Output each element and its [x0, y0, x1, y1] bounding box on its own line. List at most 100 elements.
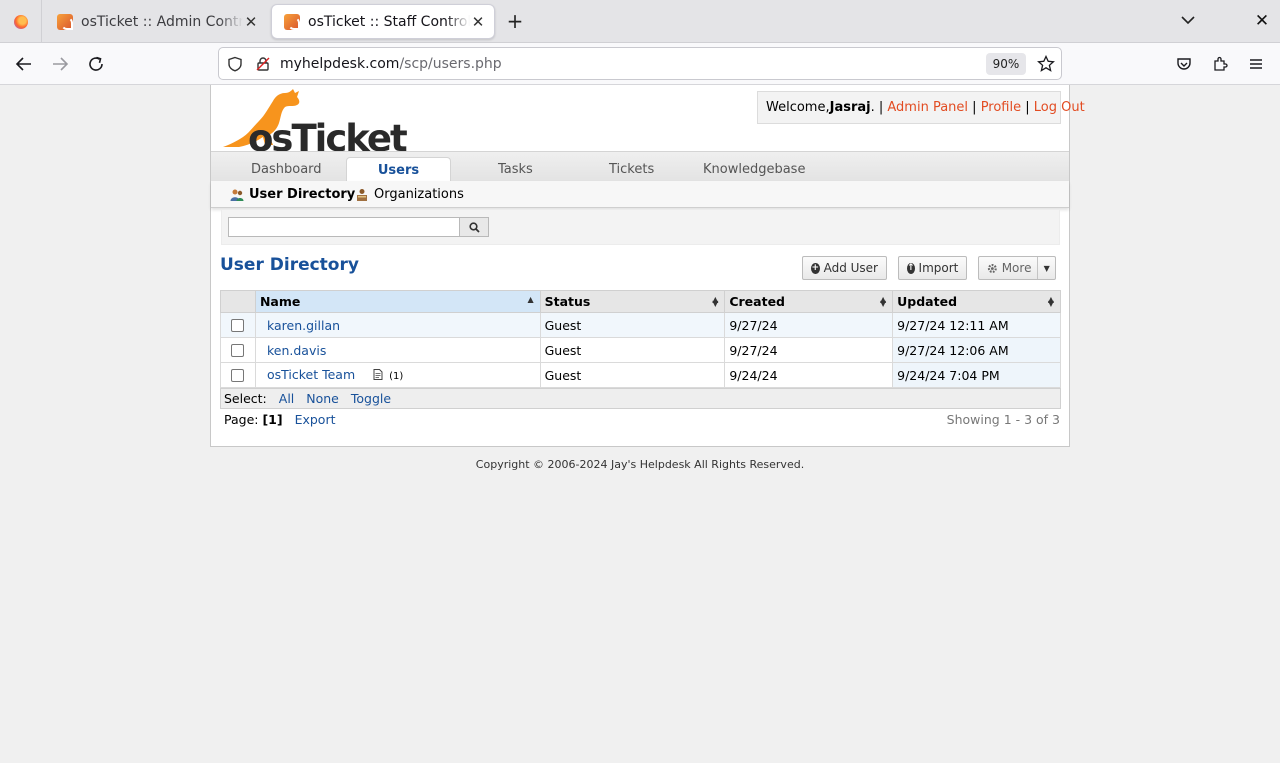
main-nav: Dashboard Users Tasks Tickets Knowledgeb… — [211, 151, 1069, 183]
updated-cell: 9/24/24 7:04 PM — [892, 362, 1061, 388]
import-button[interactable]: ↑ Import — [898, 256, 967, 280]
status-cell: Guest — [539, 312, 726, 338]
column-header-label: Updated — [897, 294, 958, 309]
row-checkbox-cell — [220, 362, 256, 388]
created-cell: 9/27/24 — [724, 337, 894, 363]
user-name-link[interactable]: ken.davis — [267, 343, 326, 358]
select-none-link[interactable]: None — [306, 391, 339, 406]
separator: | — [1021, 100, 1034, 115]
search-bar — [221, 209, 1060, 245]
column-header-created[interactable]: Created ▲ ▼ — [724, 290, 894, 313]
reload-icon[interactable] — [84, 52, 108, 76]
sort-icon: ▲ ▼ — [712, 295, 719, 308]
row-checkbox-cell — [220, 312, 256, 338]
column-header-status[interactable]: Status ▲ ▼ — [539, 290, 726, 313]
header-checkbox-column — [220, 290, 256, 313]
sub-nav: User Directory Organizations — [211, 181, 1069, 208]
url-bar[interactable]: myhelpdesk.com/scp/users.php 90% — [218, 47, 1062, 80]
select-all-link[interactable]: All — [279, 391, 295, 406]
notes-icon[interactable] — [373, 368, 383, 383]
url-text[interactable]: myhelpdesk.com/scp/users.php — [280, 56, 502, 72]
separator: | — [968, 100, 981, 115]
tab-title: osTicket :: Staff Control Panel — [308, 13, 470, 30]
list-all-tabs-icon[interactable] — [1178, 10, 1198, 30]
browser-tab-staff[interactable]: osTicket :: Staff Control Panel ✕ — [271, 4, 495, 39]
table-row[interactable]: ken.davis Guest 9/27/24 9/27/24 12:06 AM — [220, 337, 1061, 363]
search-button[interactable] — [459, 217, 489, 237]
subnav-organizations[interactable]: Organizations — [355, 187, 464, 202]
zoom-level-badge[interactable]: 90% — [986, 53, 1026, 75]
column-header-label: Created — [729, 294, 785, 309]
footer-copyright: Copyright © 2006-2024 Jay's Helpdesk All… — [475, 458, 805, 471]
select-toggle-link[interactable]: Toggle — [351, 391, 391, 406]
user-info-box: Welcome, Jasraj . | Admin Panel | Profil… — [757, 91, 1085, 124]
browser-nav-bar: myhelpdesk.com/scp/users.php 90% — [0, 43, 1280, 85]
users-table: Name ▲ Status ▲ ▼ Created ▲ ▼ Updated ▲ ▼ — [220, 290, 1061, 388]
pocket-icon[interactable] — [1172, 52, 1196, 76]
status-cell: Guest — [539, 362, 726, 388]
select-label: Select: — [224, 391, 267, 406]
chevron-down-icon[interactable]: ▼ — [1037, 257, 1055, 279]
created-cell: 9/24/24 — [724, 362, 894, 388]
row-checkbox[interactable] — [231, 368, 245, 382]
page-container: osTicket Welcome, Jasraj . | Admin Panel… — [210, 85, 1085, 447]
nav-tab-tasks[interactable]: Tasks — [498, 162, 533, 177]
firefox-menu-button[interactable] — [0, 0, 42, 43]
close-tab-icon[interactable]: ✕ — [470, 13, 486, 31]
nav-tab-users[interactable]: Users — [346, 157, 451, 183]
row-checkbox[interactable] — [231, 343, 245, 357]
separator: . | — [870, 100, 888, 115]
welcome-text: Welcome, — [766, 100, 830, 115]
back-icon[interactable] — [12, 52, 36, 76]
firefox-icon — [13, 14, 28, 29]
button-label: Add User — [823, 261, 878, 275]
admin-panel-link[interactable]: Admin Panel — [887, 100, 968, 115]
close-tab-icon[interactable]: ✕ — [243, 13, 259, 31]
add-user-button[interactable]: + Add User — [802, 256, 887, 280]
browser-tab-bar: osTicket :: Admin Control Panel ✕ osTick… — [0, 0, 1280, 43]
note-count: (1) — [389, 371, 404, 382]
export-link[interactable]: Export — [295, 412, 336, 427]
nav-tab-dashboard[interactable]: Dashboard — [251, 162, 322, 177]
name-cell: ken.davis — [254, 337, 541, 363]
user-name-link[interactable]: karen.gillan — [267, 318, 340, 333]
hamburger-menu-icon[interactable] — [1244, 52, 1268, 76]
username: Jasraj — [829, 100, 871, 115]
subnav-user-directory[interactable]: User Directory — [230, 187, 355, 202]
column-header-updated[interactable]: Updated ▲ ▼ — [892, 290, 1061, 313]
profile-link[interactable]: Profile — [981, 100, 1021, 115]
shield-icon[interactable] — [223, 52, 247, 76]
row-checkbox-cell — [220, 337, 256, 363]
user-name-link[interactable]: osTicket Team — [267, 367, 355, 382]
url-host: myhelpdesk.com — [280, 56, 400, 72]
status-cell: Guest — [539, 337, 726, 363]
button-label: More — [1001, 261, 1032, 275]
insecure-lock-icon[interactable] — [251, 52, 275, 76]
bookmark-star-icon[interactable] — [1034, 52, 1058, 76]
logout-link[interactable]: Log Out — [1034, 100, 1085, 115]
name-cell: osTicket Team (1) — [254, 362, 541, 388]
osticket-logo[interactable]: osTicket — [219, 87, 408, 160]
sort-icon: ▲ ▼ — [879, 295, 887, 308]
more-button[interactable]: More ▼ — [978, 256, 1056, 280]
row-checkbox[interactable] — [231, 318, 245, 332]
nav-tab-tickets[interactable]: Tickets — [609, 162, 654, 177]
created-cell: 9/27/24 — [724, 312, 894, 338]
select-controls: Select: All None Toggle — [220, 388, 1061, 409]
name-cell: karen.gillan — [254, 312, 541, 338]
extensions-icon[interactable] — [1208, 52, 1232, 76]
updated-cell: 9/27/24 12:06 AM — [892, 337, 1061, 363]
column-header-name[interactable]: Name ▲ — [254, 290, 541, 313]
forward-icon[interactable] — [48, 52, 72, 76]
browser-tab-admin[interactable]: osTicket :: Admin Control Panel ✕ — [45, 4, 267, 39]
users-icon — [230, 188, 244, 202]
page-label: Page: — [224, 412, 259, 427]
table-row[interactable]: osTicket Team (1) Guest 9/24/24 9/24/24 … — [220, 362, 1061, 388]
new-tab-icon[interactable]: + — [503, 9, 527, 33]
pagination: Page: [1] Export — [224, 412, 336, 427]
search-input[interactable] — [228, 217, 460, 237]
table-row[interactable]: karen.gillan Guest 9/27/24 9/27/24 12:11… — [220, 312, 1061, 338]
window-close-icon[interactable]: ✕ — [1252, 9, 1272, 33]
osticket-favicon-icon — [57, 13, 73, 30]
nav-tab-knowledgebase[interactable]: Knowledgebase — [703, 162, 805, 177]
